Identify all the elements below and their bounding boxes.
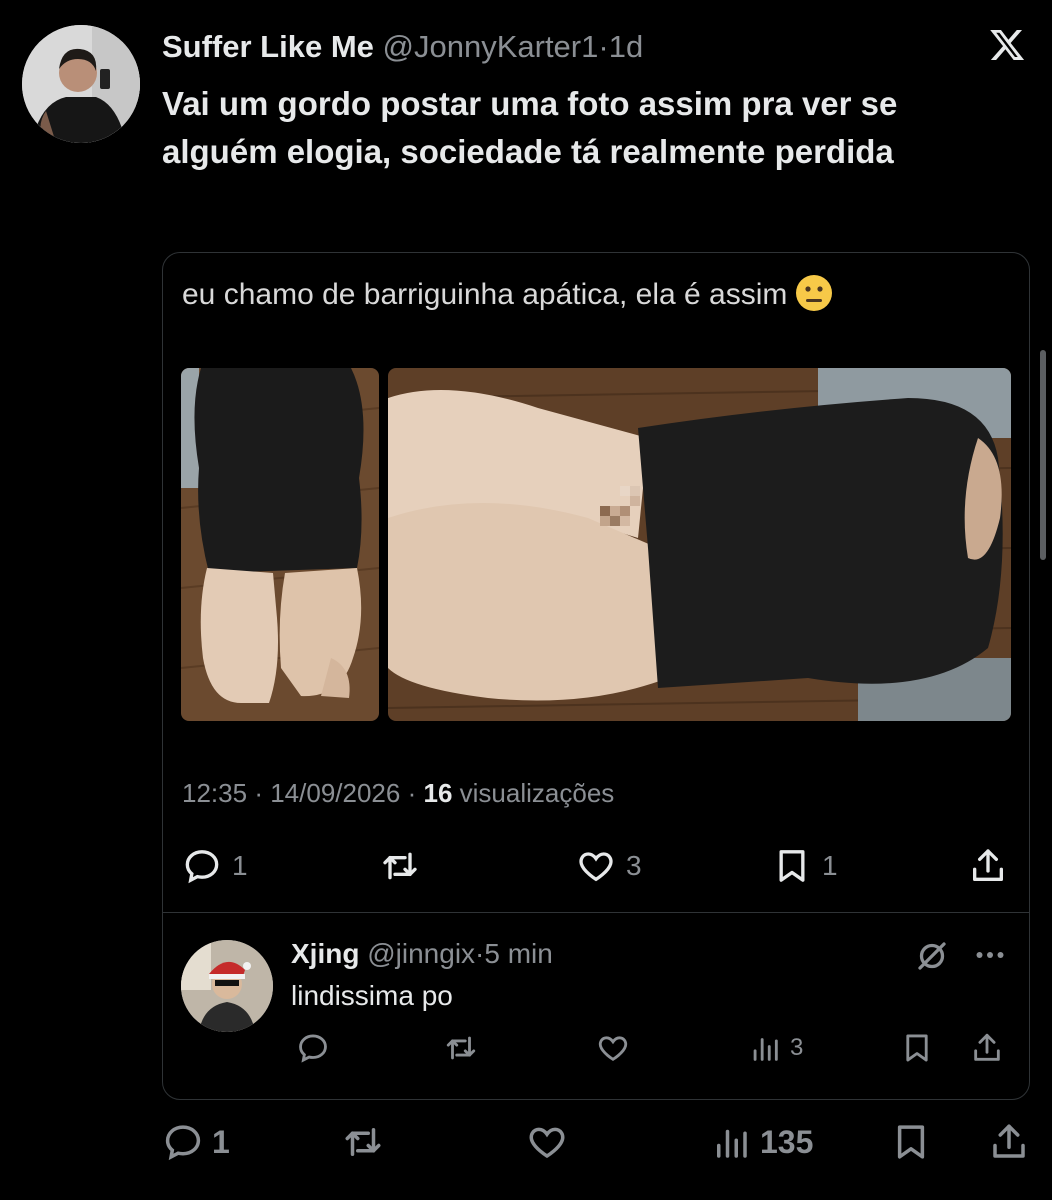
neutral-face-emoji [795, 274, 833, 312]
quoted-meta-line: 12:35 · 14/09/2026 · 16 visualizações [182, 776, 614, 810]
tweet-header: Suffer Like Me @JonnyKarter1·1d [162, 28, 643, 66]
tweet-reply-button[interactable]: 1 [162, 1120, 230, 1164]
quoted-like-count: 3 [626, 850, 642, 881]
tweet-views-count: 135 [760, 1123, 814, 1160]
reply-author-name[interactable]: Xjing [291, 938, 359, 969]
views-label: visualizações [459, 778, 615, 808]
grok-icon[interactable] [914, 938, 950, 974]
tweet-retweet-button[interactable] [342, 1120, 384, 1164]
media-photo-1[interactable] [181, 368, 379, 721]
tweet-bookmark-button[interactable] [890, 1120, 932, 1164]
reply-share-button[interactable] [970, 1030, 1004, 1066]
quoted-text: eu chamo de barriguinha apática, ela é a… [182, 278, 788, 311]
reply-like-button[interactable] [596, 1030, 630, 1066]
bookmark-icon [906, 1034, 928, 1062]
reply-icon [185, 850, 219, 884]
retweet-icon [383, 852, 417, 880]
retweet-icon [345, 1128, 381, 1156]
header-separator: · [598, 29, 609, 64]
tweet-age[interactable]: 1d [609, 29, 643, 64]
bookmark-icon [897, 1125, 925, 1159]
share-icon [993, 1124, 1025, 1158]
tweet-text: Vai um gordo postar uma foto assim pra v… [162, 85, 898, 170]
quoted-reply-count: 1 [232, 850, 248, 881]
heart-icon [529, 1127, 565, 1159]
reply-author-avatar[interactable] [181, 940, 273, 1032]
quoted-share-button[interactable] [968, 846, 1008, 886]
tweet-views-button[interactable]: 135 [710, 1120, 813, 1164]
more-options-icon[interactable] [972, 940, 1008, 970]
heart-icon [579, 852, 613, 882]
post-time[interactable]: 12:35 [182, 778, 247, 808]
scrollbar[interactable] [1040, 350, 1046, 560]
x-logo-icon [988, 26, 1026, 64]
reply-separator: · [475, 938, 485, 969]
divider [162, 912, 1030, 913]
reply-icon [299, 1034, 327, 1063]
heart-icon [598, 1036, 628, 1061]
quoted-retweet-button[interactable] [380, 846, 420, 886]
author-name[interactable]: Suffer Like Me [162, 29, 374, 64]
reply-text: lindissima po [291, 980, 453, 1011]
meta-separator-2: · [407, 778, 417, 808]
reply-views-count: 3 [790, 1034, 804, 1061]
quoted-like-button[interactable]: 3 [576, 846, 642, 886]
reply-icon [165, 1125, 201, 1161]
quoted-bookmark-count: 1 [822, 850, 838, 881]
post-date[interactable]: 14/09/2026 [270, 778, 400, 808]
reply-age[interactable]: 5 min [484, 938, 552, 969]
analytics-icon [717, 1129, 747, 1158]
reply-author-handle[interactable]: @jinngix [367, 938, 475, 969]
bookmark-icon [779, 850, 805, 882]
quoted-reply-button[interactable]: 1 [182, 846, 248, 886]
tweet-share-button[interactable] [988, 1120, 1030, 1164]
author-handle[interactable]: @JonnyKarter1 [383, 29, 599, 64]
share-icon [974, 1033, 1000, 1061]
meta-separator-1: · [254, 778, 263, 808]
reply-reply-button[interactable] [296, 1030, 330, 1066]
tweet-reply-count: 1 [212, 1123, 230, 1160]
quoted-bookmark-button[interactable]: 1 [772, 846, 838, 886]
reply-header: Xjing @jinngix·5 min [291, 936, 553, 972]
retweet-icon [446, 1036, 476, 1060]
analytics-icon [753, 1038, 778, 1061]
reply-retweet-button[interactable] [444, 1030, 478, 1066]
share-icon [973, 849, 1003, 881]
views-count: 16 [423, 778, 453, 808]
quoted-tweet-text: eu chamo de barriguinha apática, ela é a… [182, 274, 833, 316]
media-photo-2[interactable] [388, 368, 1011, 721]
tweet-like-button[interactable] [526, 1120, 568, 1164]
author-avatar[interactable] [22, 25, 140, 143]
reply-bookmark-button[interactable] [900, 1030, 934, 1066]
reply-views-button[interactable]: 3 [748, 1030, 803, 1066]
